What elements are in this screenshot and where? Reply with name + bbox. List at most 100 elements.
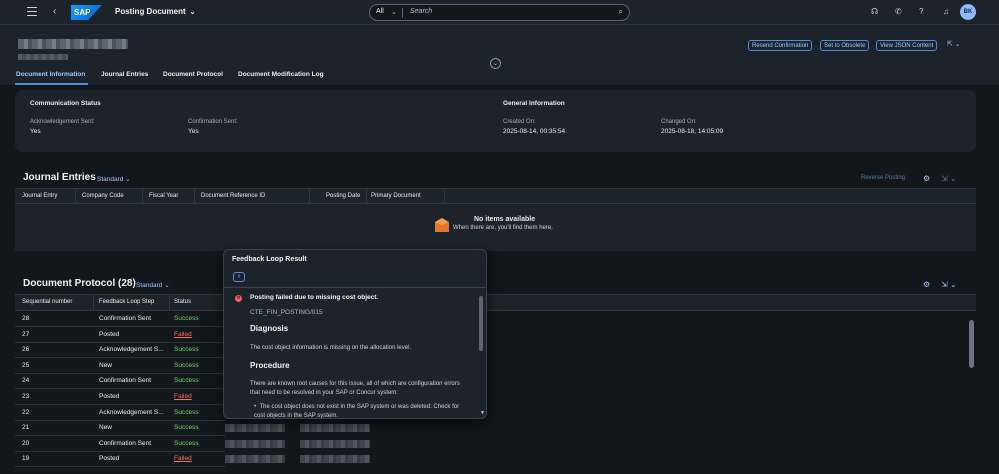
diagnosis-heading: Diagnosis	[250, 324, 289, 333]
search-icon[interactable]: ⌕	[619, 7, 623, 17]
journal-empty-state: No items available When there are, you'l…	[15, 204, 976, 251]
tab-journal-entries[interactable]: Journal Entries	[101, 71, 148, 78]
col-journal-entry[interactable]: Journal Entry	[22, 193, 57, 199]
table-row[interactable]: 26 Acknowledgement S... Success	[15, 342, 225, 359]
table-row[interactable]: 24 Confirmation Sent Success	[15, 373, 225, 390]
redacted-cell	[225, 439, 285, 448]
sequential-number: 20	[22, 439, 30, 447]
view-json-content-button[interactable]: View JSON Content	[876, 40, 938, 51]
feedback-loop-step: Confirmation Sent	[99, 439, 152, 447]
table-row[interactable]: 21 New Success	[15, 420, 225, 437]
column-divider	[194, 189, 195, 204]
error-icon: ✕	[235, 295, 242, 302]
feedback-loop-step: Posted	[99, 330, 120, 338]
reverse-posting-button[interactable]: Reverse Posting	[861, 175, 905, 181]
tab-document-protocol[interactable]: Document Protocol	[163, 71, 223, 78]
resend-confirmation-button[interactable]: Resend Confirmation	[748, 40, 813, 51]
status-value: Success	[174, 361, 199, 369]
table-row[interactable]: 23 Posted Failed	[15, 389, 225, 405]
feedback-loop-step: Confirmation Sent	[99, 377, 152, 385]
sequential-number: 23	[22, 393, 30, 400]
document-information-card: Communication Status Acknowledgement Sen…	[15, 90, 976, 152]
protocol-variant-select[interactable]: Standard ⌄	[136, 281, 170, 289]
search-input[interactable]: Search	[410, 8, 432, 15]
status-value[interactable]: Failed	[174, 331, 192, 338]
error-code: CTE_FIN_POSTING/015	[250, 309, 323, 316]
sequential-number: 25	[22, 361, 30, 369]
table-row[interactable]: 28 Confirmation Sent Success	[15, 311, 225, 327]
chevron-down-icon: ⌄	[189, 9, 196, 16]
col-status[interactable]: Status	[174, 299, 191, 305]
sequential-number: 24	[22, 377, 30, 385]
popover-scrollbar[interactable]	[479, 296, 483, 351]
col-sequential-number[interactable]: Sequential number	[22, 299, 72, 305]
feedback-loop-step: New	[99, 424, 113, 432]
notification-bell-icon[interactable]: ♫	[943, 7, 949, 16]
column-divider	[169, 295, 170, 310]
procedure-text: There are known root causes for this iss…	[250, 381, 460, 396]
created-on-value: 2025-08-14, 00:35:54	[503, 128, 566, 135]
scroll-down-icon[interactable]: ▼	[480, 410, 485, 416]
table-row[interactable]: 22 Acknowledgement S... Success	[15, 405, 225, 421]
conf-sent-label: Confirmation Sent:	[188, 119, 238, 125]
help-icon[interactable]: ?	[919, 7, 923, 16]
feedback-loop-step: New	[99, 361, 113, 369]
chevron-down-icon[interactable]: ⌄	[391, 8, 397, 16]
collapse-header-icon[interactable]: ⌄	[490, 58, 501, 69]
search-field[interactable]: All ⌄ Search ⌕	[369, 4, 630, 21]
conf-sent-value: Yes	[188, 128, 199, 135]
search-scope[interactable]: All	[376, 8, 384, 15]
settings-icon[interactable]: ⚙	[923, 174, 930, 183]
table-row[interactable]: 25 New Success	[15, 358, 225, 374]
sequential-number: 21	[22, 424, 30, 432]
column-divider	[142, 189, 143, 204]
tab-document-information[interactable]: Document Information	[16, 71, 85, 78]
procedure-bullet: • The cost object does not exist in the …	[254, 404, 460, 419]
sap-logo[interactable]: SAP	[71, 5, 102, 20]
changed-on-value: 2025-08-18, 14:05:09	[661, 128, 724, 135]
table-row[interactable]: 20 Confirmation Sent Success	[15, 436, 225, 452]
col-posting-date[interactable]: Posting Date	[326, 193, 360, 199]
chat-icon[interactable]: ✆	[895, 7, 902, 16]
app-title-menu[interactable]: Posting Document ⌄	[115, 7, 196, 16]
status-value[interactable]: Failed	[174, 455, 192, 462]
menu-icon[interactable]	[27, 7, 37, 17]
scrollbar[interactable]	[969, 320, 974, 368]
table-row[interactable]: 19 Posted Failed	[15, 451, 225, 468]
share-icon[interactable]: ⇱ ⌄	[947, 40, 961, 48]
avatar[interactable]: BK	[960, 4, 976, 20]
journal-variant-select[interactable]: Standard ⌄	[97, 175, 131, 183]
back-button[interactable]: ‹	[233, 272, 245, 282]
status-value: Success	[174, 315, 199, 322]
general-information-title: General Information	[503, 100, 565, 107]
settings-icon[interactable]: ⚙	[923, 280, 930, 289]
popover-title: Feedback Loop Result	[232, 256, 307, 263]
export-icon[interactable]: ⇲ ⌄	[941, 174, 957, 183]
sequential-number: 19	[22, 455, 30, 463]
variant-label: Standard	[97, 176, 124, 183]
redacted-title	[18, 39, 128, 49]
column-divider	[444, 189, 445, 204]
document-protocol-title: Document Protocol (28)	[23, 278, 136, 289]
variant-label: Standard	[136, 282, 163, 289]
tab-document-modification-log[interactable]: Document Modification Log	[238, 71, 324, 78]
headset-icon[interactable]: ☊	[871, 7, 878, 16]
back-icon[interactable]: ‹	[53, 6, 56, 17]
communication-status-title: Communication Status	[30, 100, 101, 107]
sequential-number: 27	[22, 330, 30, 338]
table-row[interactable]: 27 Posted Failed	[15, 327, 225, 343]
col-feedback-loop-step[interactable]: Feedback Loop Step	[99, 299, 154, 305]
col-company-code[interactable]: Company Code	[82, 193, 124, 199]
protocol-table-header: Sequential number Feedback Loop Step Sta…	[15, 294, 976, 311]
divider	[402, 8, 403, 18]
status-value[interactable]: Failed	[174, 393, 192, 400]
set-to-obsolete-button[interactable]: Set to Obsolete	[820, 40, 870, 51]
ack-sent-value: Yes	[30, 128, 41, 135]
bullet-text: The cost object does not exist in the SA…	[254, 404, 460, 419]
export-icon[interactable]: ⇲ ⌄	[941, 280, 957, 289]
col-document-reference-id[interactable]: Document Reference ID	[201, 193, 265, 199]
col-fiscal-year[interactable]: Fiscal Year	[149, 193, 178, 199]
procedure-heading: Procedure	[250, 361, 290, 370]
col-primary-document[interactable]: Primary Document	[371, 193, 421, 199]
tab-bar: Document Information Journal Entries Doc…	[0, 69, 999, 86]
